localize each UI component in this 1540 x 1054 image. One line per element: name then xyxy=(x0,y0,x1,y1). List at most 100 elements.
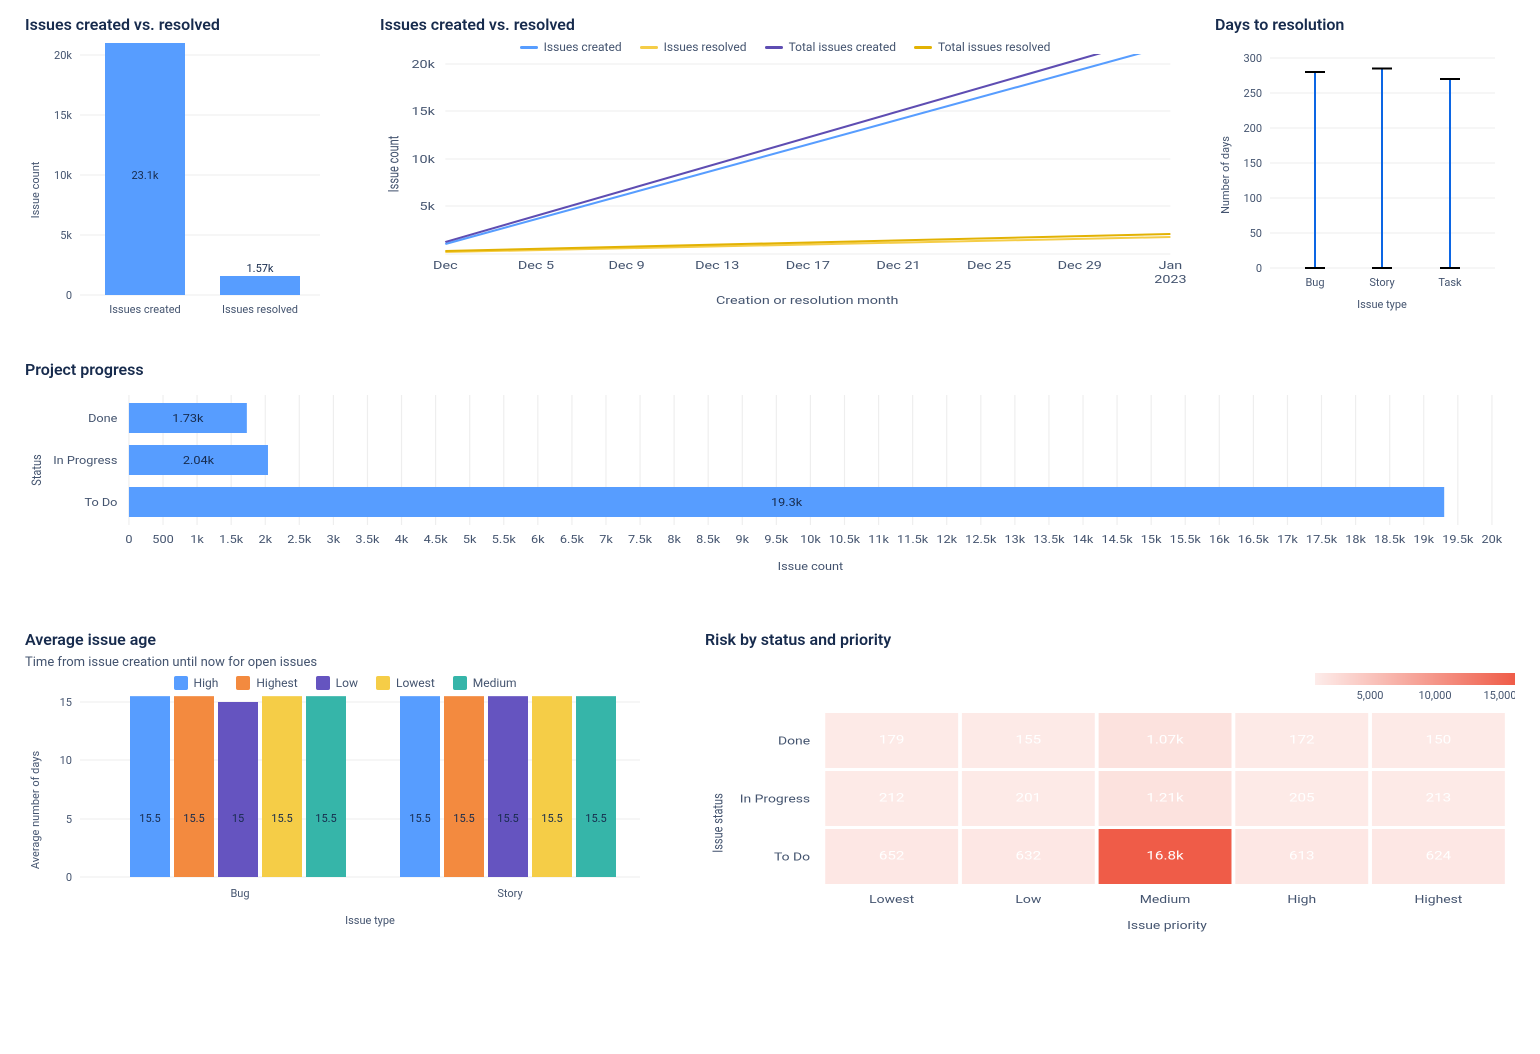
svg-text:8k: 8k xyxy=(667,533,682,546)
svg-text:0: 0 xyxy=(1256,262,1262,275)
svg-text:250: 250 xyxy=(1243,87,1262,100)
svg-text:5k: 5k xyxy=(60,229,72,242)
chart-title: Days to resolution xyxy=(1215,15,1515,34)
svg-text:Lowest: Lowest xyxy=(869,893,914,906)
y-axis-label: Status xyxy=(29,454,44,485)
svg-text:10k: 10k xyxy=(800,533,822,546)
svg-text:201: 201 xyxy=(1016,791,1042,805)
svg-text:Dec 13: Dec 13 xyxy=(695,260,739,273)
chart-title: Average issue age xyxy=(25,630,665,649)
svg-text:15.5: 15.5 xyxy=(139,812,160,825)
svg-text:15,000: 15,000 xyxy=(1483,689,1515,702)
svg-text:15.5: 15.5 xyxy=(315,812,336,825)
panel-average-issue-age: Average issue age Time from issue creati… xyxy=(25,630,665,943)
svg-text:5: 5 xyxy=(66,813,72,826)
svg-text:2.5k: 2.5k xyxy=(287,533,312,546)
svg-text:2k: 2k xyxy=(258,533,273,546)
bar-issues-resolved xyxy=(220,276,300,295)
svg-text:15.5: 15.5 xyxy=(585,812,606,825)
chart-svg-heatmap: Issue status Done1791551.07k172150In Pro… xyxy=(705,713,1515,943)
svg-text:172: 172 xyxy=(1289,733,1315,747)
chart-title: Risk by status and priority xyxy=(705,630,1515,649)
svg-text:9k: 9k xyxy=(735,533,750,546)
svg-text:14k: 14k xyxy=(1073,533,1095,546)
svg-text:19.5k: 19.5k xyxy=(1442,533,1474,546)
svg-text:Issues resolved: Issues resolved xyxy=(222,303,298,316)
svg-text:Medium: Medium xyxy=(1140,893,1191,906)
panel-issues-created-resolved-bar: Issues created vs. resolved Issue count … xyxy=(25,15,355,325)
svg-text:19.3k: 19.3k xyxy=(771,496,803,509)
svg-text:Done: Done xyxy=(88,412,117,425)
svg-text:10.5k: 10.5k xyxy=(829,533,861,546)
svg-text:15k: 15k xyxy=(54,109,72,122)
svg-text:11.5k: 11.5k xyxy=(897,533,929,546)
svg-text:Dec 5: Dec 5 xyxy=(518,260,554,273)
svg-text:12.5k: 12.5k xyxy=(965,533,997,546)
svg-text:8.5k: 8.5k xyxy=(696,533,721,546)
legend: HighHighestLowLowestMedium xyxy=(25,676,665,690)
svg-text:212: 212 xyxy=(879,791,905,805)
svg-text:179: 179 xyxy=(879,733,905,747)
svg-text:3k: 3k xyxy=(327,533,342,546)
x-axis-label: Issue type xyxy=(1357,298,1407,311)
svg-text:15.5: 15.5 xyxy=(271,812,292,825)
svg-text:200: 200 xyxy=(1243,122,1262,135)
svg-text:1.57k: 1.57k xyxy=(246,262,273,275)
svg-text:High: High xyxy=(1287,893,1316,906)
svg-text:624: 624 xyxy=(1426,849,1452,863)
svg-text:11k: 11k xyxy=(868,533,890,546)
svg-text:13.5k: 13.5k xyxy=(1033,533,1065,546)
svg-text:16.8k: 16.8k xyxy=(1146,849,1183,863)
svg-text:10,000: 10,000 xyxy=(1418,689,1451,702)
svg-text:500: 500 xyxy=(152,533,173,546)
svg-text:300: 300 xyxy=(1243,52,1262,65)
panel-project-progress: Project progress Status 1.73k 2.04k 19.3… xyxy=(25,360,1515,585)
line-issues-resolved xyxy=(445,237,1170,252)
svg-text:4k: 4k xyxy=(395,533,410,546)
svg-text:3.5k: 3.5k xyxy=(355,533,380,546)
x-axis-label: Issue type xyxy=(345,914,395,927)
svg-text:15: 15 xyxy=(60,696,72,709)
svg-text:Dec 9: Dec 9 xyxy=(609,260,645,273)
svg-text:1.5k: 1.5k xyxy=(219,533,244,546)
svg-text:5.5k: 5.5k xyxy=(492,533,517,546)
svg-text:150: 150 xyxy=(1243,157,1262,170)
svg-text:10: 10 xyxy=(60,754,72,767)
svg-text:10k: 10k xyxy=(411,154,435,167)
svg-text:6.5k: 6.5k xyxy=(560,533,585,546)
svg-text:Done: Done xyxy=(778,735,811,748)
svg-text:10k: 10k xyxy=(54,169,72,182)
svg-text:23.1k: 23.1k xyxy=(131,169,158,182)
svg-text:13k: 13k xyxy=(1005,533,1027,546)
svg-text:Story: Story xyxy=(497,887,523,900)
svg-text:In Progress: In Progress xyxy=(53,454,117,467)
panel-issues-created-resolved-line: Issues created vs. resolved Issues creat… xyxy=(380,15,1190,325)
svg-text:20k: 20k xyxy=(54,49,72,62)
svg-text:20k: 20k xyxy=(1482,533,1504,546)
svg-text:20k: 20k xyxy=(411,59,435,72)
x-axis-label: Issue count xyxy=(778,560,844,573)
svg-text:0: 0 xyxy=(66,289,72,302)
svg-text:652: 652 xyxy=(879,849,905,863)
line-issues-created xyxy=(445,54,1170,244)
svg-text:100: 100 xyxy=(1243,192,1262,205)
svg-text:Story: Story xyxy=(1369,276,1395,289)
svg-text:Dec 29: Dec 29 xyxy=(1058,260,1102,273)
y-axis-label: Issue status xyxy=(711,793,728,853)
svg-text:7.5k: 7.5k xyxy=(628,533,653,546)
svg-text:16k: 16k xyxy=(1209,533,1231,546)
svg-text:Issue priority: Issue priority xyxy=(1127,919,1207,932)
svg-text:17.5k: 17.5k xyxy=(1306,533,1338,546)
svg-text:15.5k: 15.5k xyxy=(1170,533,1202,546)
chart-subtitle: Time from issue creation until now for o… xyxy=(25,655,665,670)
svg-text:50: 50 xyxy=(1250,227,1262,240)
svg-text:17k: 17k xyxy=(1277,533,1299,546)
chart-title: Issues created vs. resolved xyxy=(380,15,1190,34)
y-axis-label: Average number of days xyxy=(29,751,42,870)
svg-text:18k: 18k xyxy=(1345,533,1367,546)
legend: Issues created Issues resolved Total iss… xyxy=(380,40,1190,54)
svg-text:150: 150 xyxy=(1426,733,1452,747)
line-total-resolved xyxy=(445,234,1170,251)
svg-text:0: 0 xyxy=(66,871,72,884)
svg-text:Dec 21: Dec 21 xyxy=(876,260,920,273)
